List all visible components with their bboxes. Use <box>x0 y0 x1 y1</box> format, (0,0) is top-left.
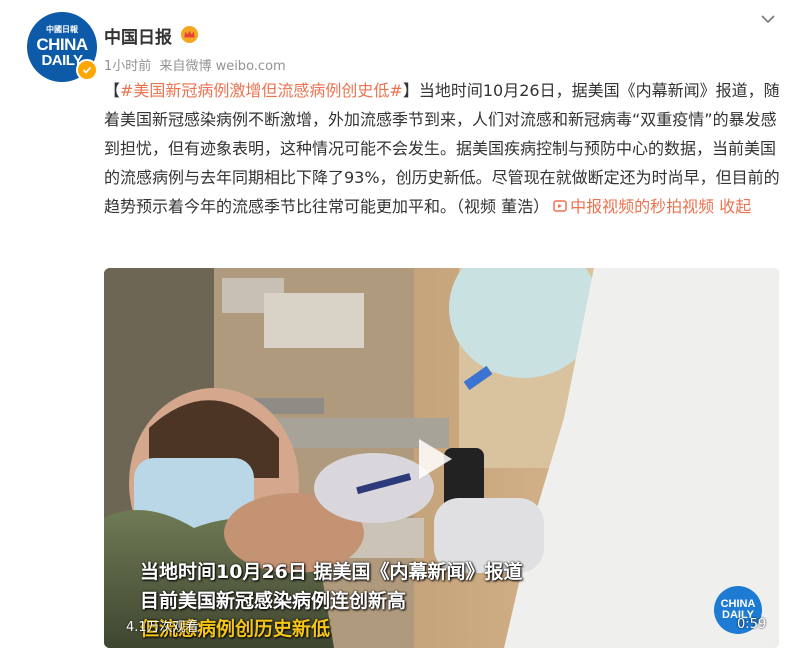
post-source: 微博 weibo.com <box>185 59 286 74</box>
author-name[interactable]: 中国日报 <box>104 23 172 48</box>
video-subtitle-line1: 当地时间10月26日 据美国《内幕新闻》报道 <box>140 561 523 583</box>
collapse-link[interactable]: 收起 <box>719 197 751 216</box>
video-link-icon <box>549 197 570 216</box>
post-meta: 1小时前 来自微博 weibo.com <box>104 55 290 74</box>
hashtag-link[interactable]: #美国新冠病例激增但流感病例创史低# <box>120 81 403 100</box>
avatar-top-text: 中國日報 <box>46 25 78 34</box>
vip-crown-icon <box>180 25 199 44</box>
avatar-line1: CHINA <box>36 35 88 54</box>
video-link[interactable]: 中报视频的秒拍视频 <box>570 197 714 216</box>
bracket-open: 【 <box>104 81 121 100</box>
source-prefix: 来自 <box>159 59 186 74</box>
verified-badge-icon <box>76 59 98 81</box>
bracket-close: 】 <box>402 81 419 100</box>
chevron-down-icon[interactable] <box>759 12 777 26</box>
post-body-text: 当地时间10月26日，据美国《内幕新闻》报道，随着美国新冠感染病例不断激增，外加… <box>104 81 780 216</box>
view-count: 4.1万次观看 <box>126 620 199 635</box>
video-subtitle-line2: 目前美国新冠感染病例连创新高 <box>140 590 407 612</box>
play-icon[interactable] <box>415 436 455 482</box>
video-duration: 0:59 <box>737 617 767 632</box>
post-time[interactable]: 1小时前 <box>104 59 151 74</box>
post-content: 【#美国新冠病例激增但流感病例创史低#】当地时间10月26日，据美国《内幕新闻》… <box>104 76 780 221</box>
